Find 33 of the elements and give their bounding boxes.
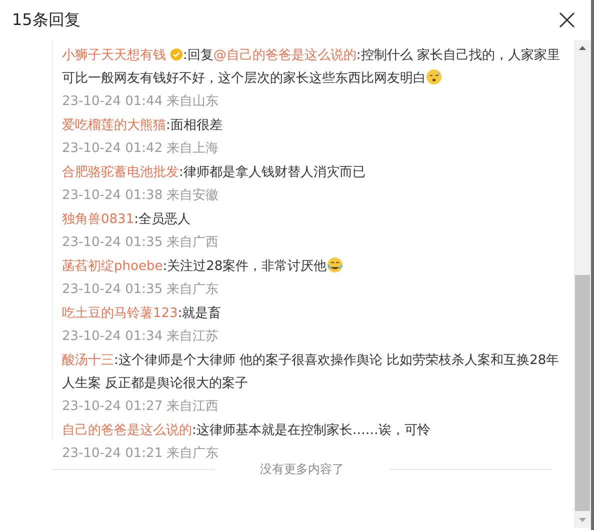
comment-text: 菡萏初绽phoebe:关注过28案件，非常讨厌他: [62, 255, 562, 278]
comment-meta: 23-10-24 01:42 来自上海: [62, 140, 220, 158]
sweating-face-emoji-icon: [426, 69, 442, 85]
comment-meta: 23-10-24 01:27 来自江西: [62, 398, 220, 416]
comment-meta: 23-10-24 01:34 来自江苏: [62, 328, 220, 346]
username-link[interactable]: 酸汤十三: [62, 353, 114, 368]
comment-text: 爱吃榴莲的大熊猫:面相很差: [62, 117, 224, 135]
username-link[interactable]: 自己的爸爸是这么说的: [62, 423, 192, 438]
scrollbar-thumb[interactable]: [575, 275, 590, 511]
comment-text: 小狮子天天想有钱 :回复@自己的爸爸是这么说的:控制什么 家长自己找的，人家家里可比一般网友有钱好不好，这个层次的家长这些东西比网友明白: [62, 47, 561, 88]
mention-link[interactable]: @自己的爸爸是这么说的: [213, 48, 356, 63]
dialog-title: 15条回复: [12, 9, 80, 31]
username-link[interactable]: 爱吃榴莲的大熊猫: [62, 118, 166, 133]
comment-meta: 23-10-24 01:35 来自广东: [62, 281, 220, 299]
comment-meta: 23-10-24 01:44 来自山东: [62, 93, 220, 111]
username-link[interactable]: 独角兽0831: [62, 212, 134, 227]
comment-meta: 23-10-24 01:21 来自广东: [62, 445, 220, 463]
comment-meta: 23-10-24 01:35 来自广西: [62, 234, 220, 252]
comment-text: 吃土豆的马铃薯123:就是畜: [62, 305, 222, 323]
laughing-tears-emoji-icon: [326, 257, 343, 273]
scrollbar-track[interactable]: [574, 40, 591, 528]
comment-text: 自己的爸爸是这么说的:这律师基本就是在控制家长……诶，可怜: [62, 422, 432, 440]
username-link[interactable]: 合肥骆驼蓄电池批发: [62, 165, 179, 180]
comment-meta: 23-10-24 01:38 来自安徽: [62, 187, 220, 205]
comment-text: 酸汤十三:这个律师是个大律师 他的案子很喜欢操作舆论 比如劳荣枝杀人案和互换28年人生案 反正都是舆论很大的案子: [62, 352, 560, 393]
comment-text: 合肥骆驼蓄电池批发:律师都是拿人钱财替人消灾而已: [62, 164, 366, 182]
end-of-list-note: 没有更多内容了: [260, 461, 344, 478]
verified-badge-icon: [170, 48, 183, 61]
close-icon[interactable]: [558, 11, 576, 29]
username-link[interactable]: 吃土豆的马铃薯123: [62, 306, 178, 321]
username-link[interactable]: 菡萏初绽phoebe: [62, 259, 163, 274]
comment-text: 独角兽0831:全员恶人: [62, 211, 192, 229]
username-link[interactable]: 小狮子天天想有钱: [62, 48, 166, 63]
